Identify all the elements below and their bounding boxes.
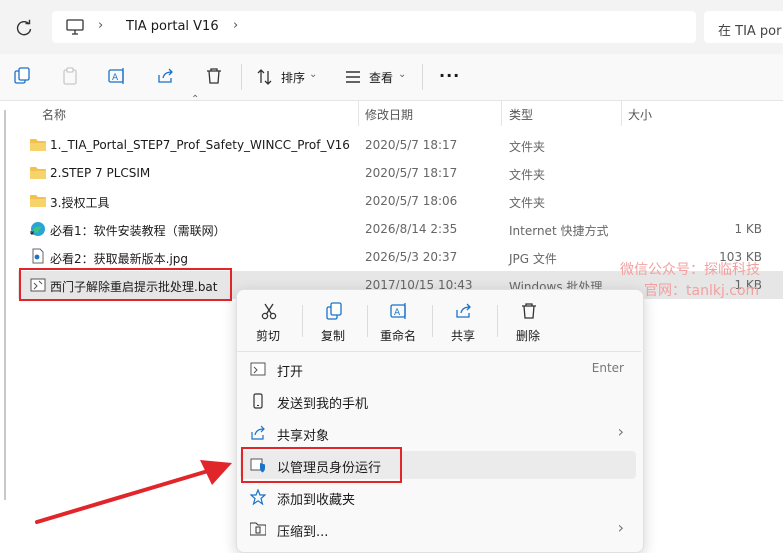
column-header-date[interactable]: 修改日期 [365, 106, 413, 132]
paste-icon[interactable] [61, 67, 79, 85]
trash-icon [522, 303, 536, 319]
file-date: 2026/5/3 20:37 [365, 250, 458, 264]
file-name: 2.STEP 7 PLCSIM [50, 166, 151, 180]
menu-item-label: 共享对象 [277, 429, 330, 444]
file-name: 1._TIA_Portal_STEP7_Prof_Safety_WINCC_Pr… [50, 138, 350, 152]
file-size: 1 KB [734, 222, 762, 236]
chevron-down-icon[interactable]: ⌄ [398, 69, 406, 80]
image-file-icon [32, 248, 44, 264]
column-divider[interactable] [501, 100, 502, 126]
phone-icon [253, 393, 263, 409]
highlight-box-run-as-admin [241, 447, 402, 483]
chevron-right-icon[interactable]: › [233, 18, 238, 33]
file-name: 必看2：获取最新版本.jpg [50, 252, 189, 266]
column-header-size[interactable]: 大小 [628, 106, 652, 132]
annotation-arrow [35, 460, 232, 524]
folder-icon [30, 139, 46, 151]
share-button[interactable]: 共享 [433, 296, 493, 348]
star-icon [250, 489, 266, 505]
file-name: 必看1：软件安装教程（需联网） [50, 224, 226, 238]
column-header-name[interactable]: 名称 [42, 106, 66, 132]
more-options-button[interactable]: ··· [439, 66, 460, 85]
folder-icon [30, 167, 46, 179]
rename-label: 重命名 [379, 329, 416, 343]
file-name: 3.授权工具 [50, 196, 110, 210]
menu-item-add-to-favorites[interactable]: 添加到收藏夹 [240, 483, 636, 511]
column-divider[interactable] [621, 100, 622, 126]
share-icon[interactable] [157, 67, 175, 85]
highlight-box-file [19, 268, 232, 301]
menu-item-label: 打开 [277, 365, 304, 380]
menu-item-label: 压缩到... [277, 525, 329, 540]
refresh-icon[interactable] [14, 18, 34, 38]
rename-icon: A [390, 303, 406, 319]
chevron-right-icon: › [617, 422, 624, 441]
file-date: 2020/5/7 18:17 [365, 138, 458, 152]
nav-pane-scrollbar[interactable] [4, 110, 6, 500]
column-header-type[interactable]: 类型 [509, 106, 533, 132]
delete-label: 删除 [515, 329, 540, 343]
copy-button[interactable]: 复制 [303, 296, 363, 348]
column-divider[interactable] [358, 100, 359, 126]
menu-item-send-to-phone[interactable]: 发送到我的手机 [240, 387, 636, 415]
share-icon [456, 303, 471, 318]
rename-icon[interactable]: A [108, 67, 126, 85]
new-item-icon[interactable] [13, 67, 31, 85]
chevron-down-icon[interactable]: ⌄ [309, 69, 317, 80]
sort-button[interactable]: 排序 [281, 69, 305, 86]
file-date: 2020/5/7 18:06 [365, 194, 458, 208]
cut-button[interactable]: 剪切 [238, 296, 298, 348]
chevron-right-icon: › [617, 518, 624, 537]
computer-icon [66, 19, 84, 35]
search-placeholder: 在 TIA por [718, 24, 782, 39]
menu-item-label: 发送到我的手机 [277, 397, 369, 412]
rename-button[interactable]: A 重命名 [368, 296, 428, 348]
file-date: 2020/5/7 18:17 [365, 166, 458, 180]
sort-icon[interactable] [256, 68, 274, 86]
svg-text:A: A [394, 308, 401, 318]
scissors-icon [261, 303, 277, 320]
toolbar-divider [422, 64, 423, 90]
menu-separator [237, 351, 641, 352]
toolbar-divider [241, 64, 242, 90]
share-label: 共享 [450, 329, 475, 343]
copy-icon [326, 302, 342, 320]
file-type: JPG 文件 [509, 252, 557, 266]
file-date: 2026/8/14 2:35 [365, 222, 458, 236]
shortcut-hint: Enter [591, 361, 624, 375]
menu-item-label: 添加到收藏夹 [277, 493, 356, 508]
view-icon[interactable] [344, 68, 362, 86]
trash-icon[interactable] [205, 67, 223, 85]
copy-label: 复制 [320, 329, 345, 343]
share-icon [251, 425, 265, 440]
file-type: Internet 快捷方式 [509, 224, 609, 238]
edge-icon [30, 222, 45, 236]
cut-label: 剪切 [255, 329, 280, 343]
breadcrumb-item[interactable]: TIA portal V16 [126, 19, 219, 34]
delete-button[interactable]: 删除 [498, 296, 558, 348]
view-button[interactable]: 查看 [369, 69, 393, 86]
open-icon [250, 362, 266, 376]
file-type: 文件夹 [509, 140, 546, 154]
watermark-line2: 官网：tanlkj.com [644, 283, 760, 299]
watermark-line1: 微信公众号：探临科技 [620, 262, 760, 278]
sort-up-icon: ⌃ [191, 94, 200, 105]
file-type: 文件夹 [509, 168, 546, 182]
folder-icon [30, 195, 46, 207]
menu-item-open[interactable]: 打开 Enter [240, 355, 636, 383]
menu-item-compress-to[interactable]: 压缩到... › [240, 515, 636, 543]
menu-item-share-with[interactable]: 共享对象 › [240, 419, 636, 447]
zip-icon [250, 522, 266, 536]
chevron-right-icon[interactable]: › [98, 18, 103, 33]
file-type: 文件夹 [509, 196, 546, 210]
svg-text:A: A [112, 73, 119, 83]
